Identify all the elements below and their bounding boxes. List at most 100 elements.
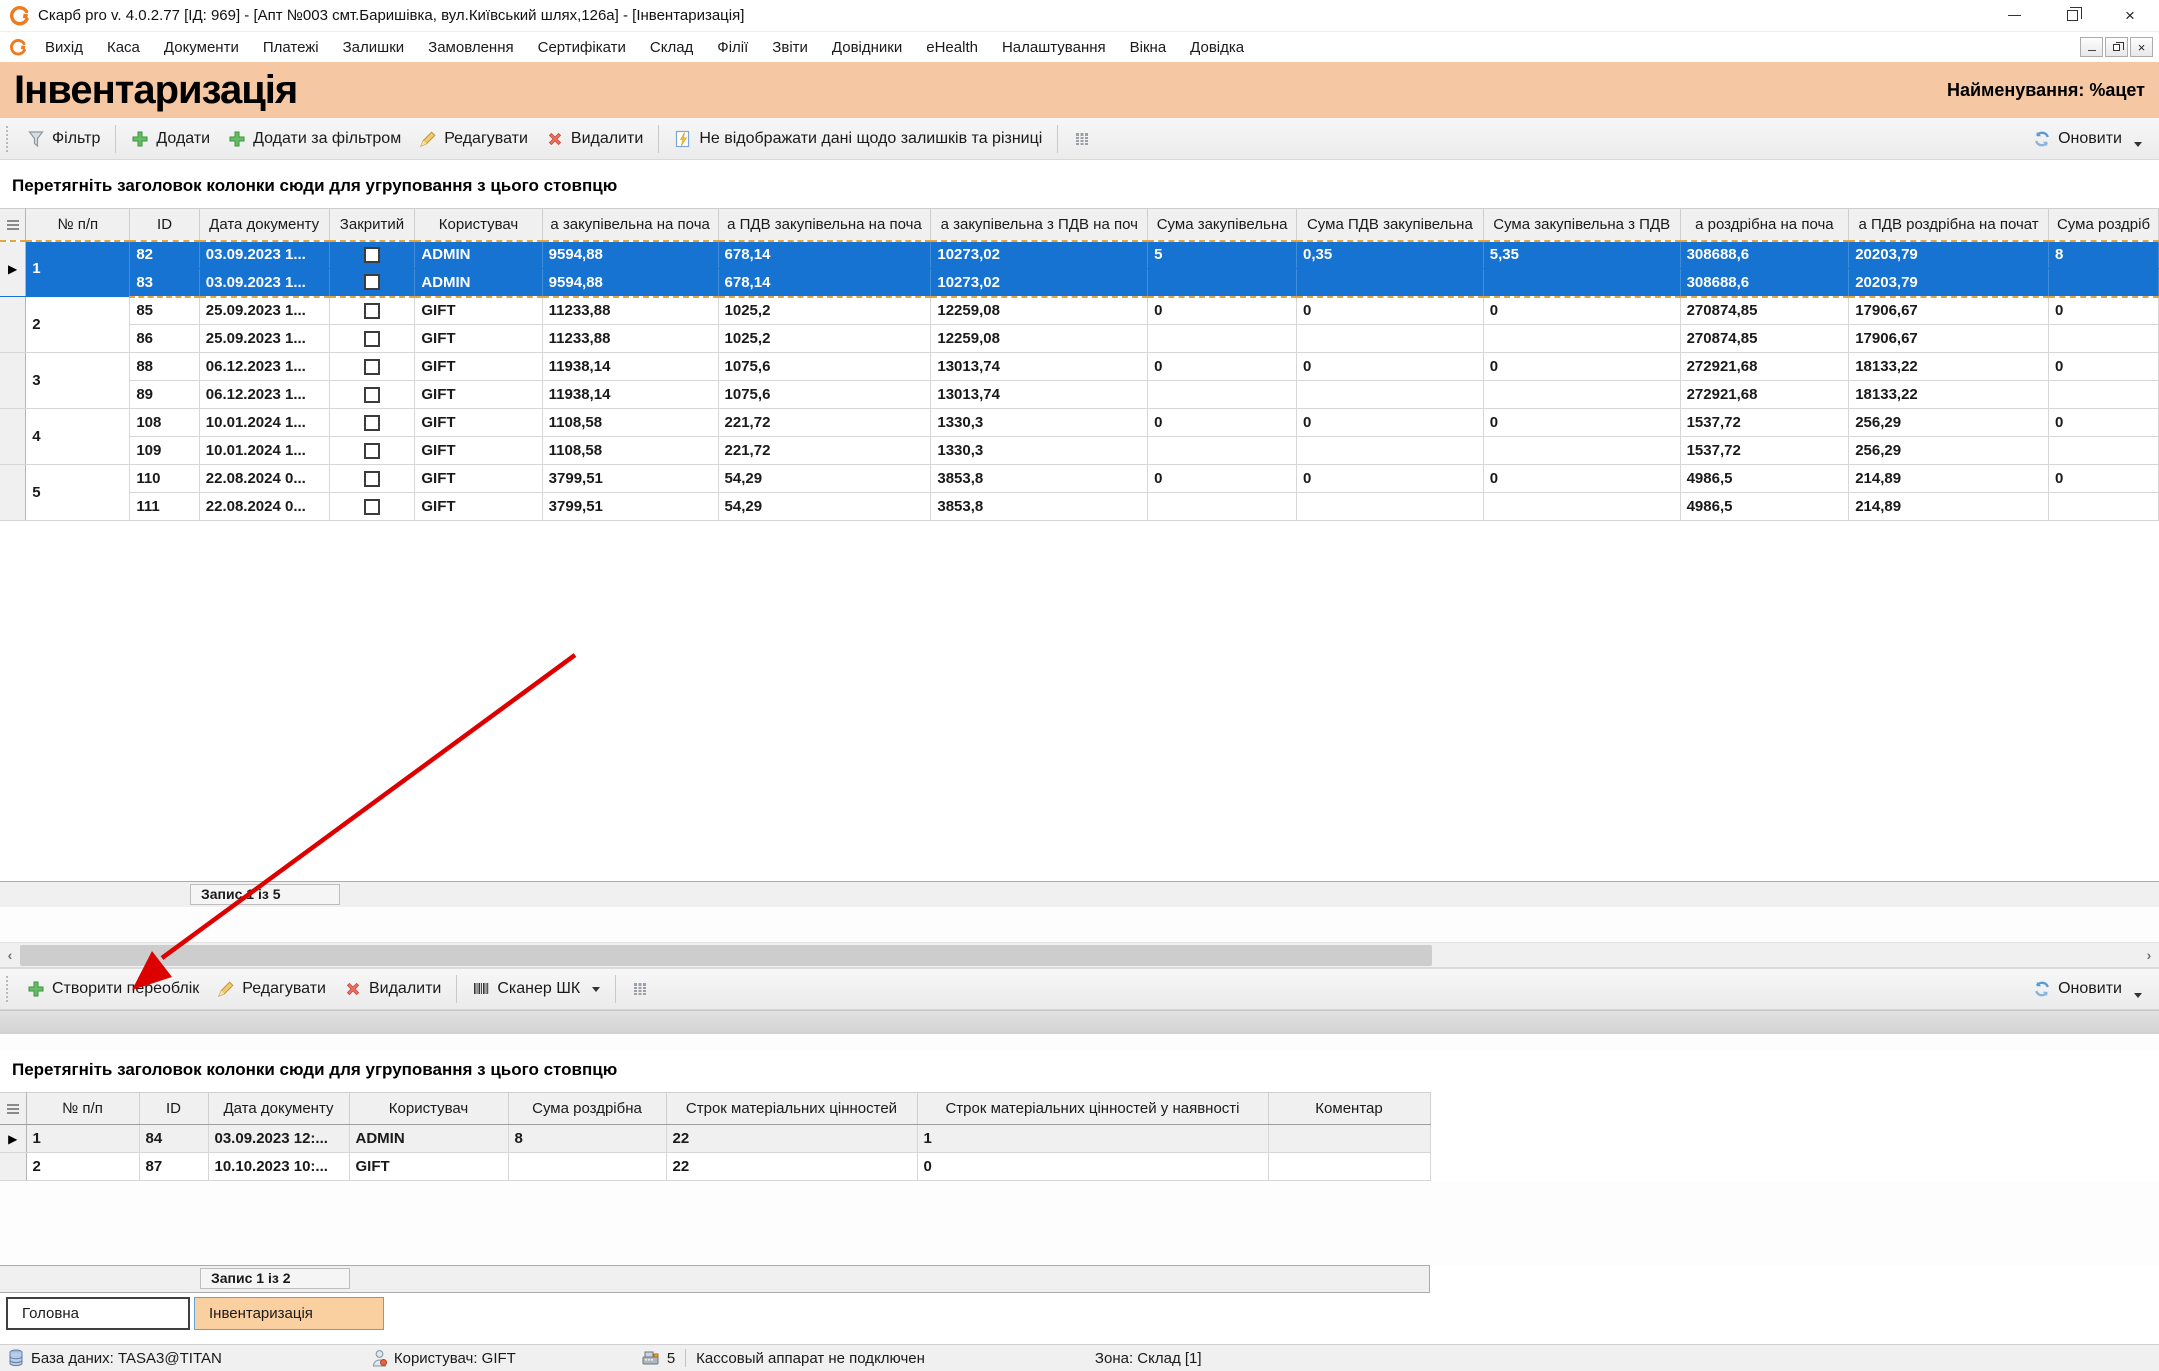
cell[interactable]: 03.09.2023 1... [199,269,329,297]
refresh-button[interactable]: Оновити [2024,125,2151,153]
refresh-button-bottom[interactable]: Оновити [2024,975,2151,1003]
cell[interactable]: 221,72 [718,409,931,437]
menu-item-15[interactable]: Довідка [1178,39,1256,56]
cell[interactable] [1268,1153,1430,1181]
cell[interactable]: 4986,5 [1680,465,1849,493]
cell[interactable]: 06.12.2023 1... [199,353,329,381]
cell[interactable]: 110 [130,465,199,493]
column-header[interactable]: а закупівельна з ПДВ на поч [931,209,1148,241]
cell[interactable]: 12259,08 [931,297,1148,325]
cell[interactable]: 10.10.2023 10:... [208,1153,349,1181]
cell[interactable]: 256,29 [1849,409,2049,437]
cell[interactable]: GIFT [349,1153,508,1181]
column-header[interactable]: № п/п [26,1093,139,1125]
cell[interactable]: 03.09.2023 1... [199,241,329,269]
mdi-restore-button[interactable] [2105,37,2128,57]
cell[interactable]: 1 [917,1125,1268,1153]
cell[interactable] [1297,269,1484,297]
checkbox-cell[interactable] [329,325,415,353]
menu-item-13[interactable]: Налаштування [990,39,1118,56]
checkbox-cell[interactable] [329,465,415,493]
edit-recount-button[interactable]: Редагувати [208,975,335,1003]
cell[interactable]: 3853,8 [931,493,1148,521]
cell[interactable]: 0 [1297,297,1484,325]
cell[interactable]: 0 [1483,409,1680,437]
cell[interactable]: 8 [508,1125,666,1153]
table-row[interactable]: ▶18203.09.2023 1...ADMIN9594,88678,14102… [0,241,2159,269]
closed-checkbox[interactable] [364,499,380,515]
cell[interactable]: 0 [2049,297,2159,325]
cell[interactable]: 308688,6 [1680,241,1849,269]
cell[interactable]: 0 [1148,297,1297,325]
mdi-close-button[interactable]: × [2130,37,2153,57]
cell[interactable]: 108 [130,409,199,437]
cell[interactable] [1483,325,1680,353]
cell[interactable]: 20203,79 [1849,241,2049,269]
cell[interactable]: 10273,02 [931,241,1148,269]
cell[interactable]: 22 [666,1125,917,1153]
grid-corner-button[interactable] [0,209,26,241]
checkbox-cell[interactable] [329,241,415,269]
scroll-right-arrow[interactable]: › [2139,943,2159,967]
checkbox-cell[interactable] [329,269,415,297]
menu-item-2[interactable]: Каса [95,39,152,56]
cell[interactable]: 0 [1297,465,1484,493]
cell[interactable] [1297,381,1484,409]
cell[interactable]: 4986,5 [1680,493,1849,521]
menu-item-1[interactable]: Вихід [33,39,95,56]
checkbox-cell[interactable] [329,493,415,521]
add-by-filter-button[interactable]: Додати за фільтром [219,125,410,153]
cell[interactable] [1483,437,1680,465]
cell[interactable]: 1 [26,1125,139,1153]
cell[interactable]: ADMIN [415,269,542,297]
cell[interactable]: 0 [917,1153,1268,1181]
menu-item-11[interactable]: Довідники [820,39,914,56]
cell[interactable]: 1108,58 [542,409,718,437]
refresh-dropdown-caret[interactable] [2134,142,2142,147]
group-number-cell[interactable]: 5 [26,465,130,521]
cell[interactable]: 11233,88 [542,325,718,353]
toolbar-grip[interactable] [6,126,12,152]
cell[interactable] [1297,437,1484,465]
cell[interactable]: 256,29 [1849,437,2049,465]
cell[interactable]: 1108,58 [542,437,718,465]
table-row[interactable]: 8303.09.2023 1...ADMIN9594,88678,1410273… [0,269,2159,297]
cell[interactable]: 0,35 [1297,241,1484,269]
cell[interactable]: 11938,14 [542,381,718,409]
column-header[interactable]: Сума роздрібна [508,1093,666,1125]
checkbox-cell[interactable] [329,381,415,409]
cell[interactable]: 1537,72 [1680,409,1849,437]
column-header[interactable]: ID [139,1093,208,1125]
cell[interactable]: 18133,22 [1849,381,2049,409]
cell[interactable]: 88 [130,353,199,381]
menu-item-10[interactable]: Звіти [760,39,820,56]
scanner-dropdown-caret[interactable] [592,987,600,992]
column-header[interactable]: Сума ПДВ закупівельна [1297,209,1484,241]
cell[interactable]: 678,14 [718,241,931,269]
cell[interactable]: 0 [1483,465,1680,493]
column-header[interactable]: Сума закупівельна з ПДВ [1483,209,1680,241]
cell[interactable]: 272921,68 [1680,353,1849,381]
checkbox-cell[interactable] [329,437,415,465]
horizontal-scrollbar[interactable]: ‹ › [0,942,2159,968]
hide-remainders-toggle[interactable]: Не відображати дані щодо залишків та різ… [665,125,1051,153]
refresh-dropdown-caret[interactable] [2134,993,2142,998]
minimize-button[interactable] [1985,0,2043,31]
menu-item-5[interactable]: Залишки [331,39,417,56]
cell[interactable]: ADMIN [415,241,542,269]
cell[interactable]: 1330,3 [931,409,1148,437]
column-header[interactable]: Строк матеріальних цінностей [666,1093,917,1125]
cell[interactable] [2049,493,2159,521]
delete-recount-button[interactable]: Видалити [335,975,450,1003]
group-number-cell[interactable]: 3 [26,353,130,409]
cell[interactable]: 3853,8 [931,465,1148,493]
mdi-minimize-button[interactable] [2080,37,2103,57]
cell[interactable]: 13013,74 [931,353,1148,381]
cell[interactable]: GIFT [415,465,542,493]
cell[interactable]: 54,29 [718,465,931,493]
cell[interactable]: 22 [666,1153,917,1181]
cell[interactable]: 06.12.2023 1... [199,381,329,409]
cell[interactable]: GIFT [415,297,542,325]
cell[interactable]: 10.01.2024 1... [199,409,329,437]
barcode-scanner-button[interactable]: Сканер ШК [463,975,609,1003]
